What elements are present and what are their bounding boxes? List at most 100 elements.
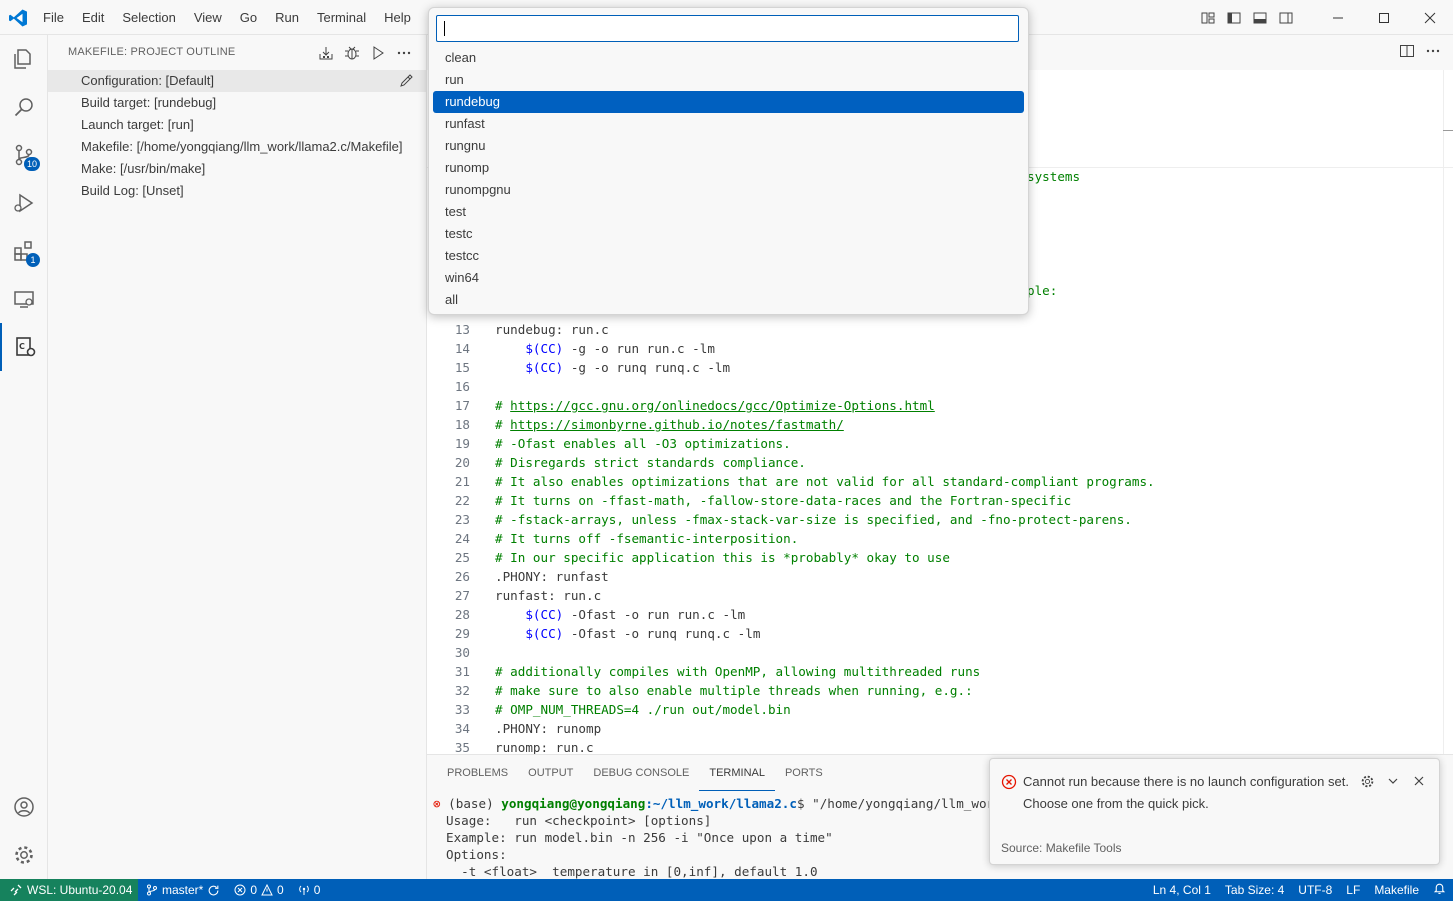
accounts-icon[interactable] (0, 783, 48, 831)
menu-help[interactable]: Help (375, 10, 420, 25)
editor-scrollbar[interactable] (1443, 70, 1453, 789)
build-icon[interactable] (316, 43, 336, 63)
debug-icon[interactable] (342, 43, 362, 63)
editor-more-icon[interactable] (1425, 43, 1441, 59)
toggle-secondary-sidebar-icon[interactable] (1273, 0, 1299, 35)
outline-launch-target[interactable]: Launch target: [run] (48, 114, 426, 136)
menu-run[interactable]: Run (266, 10, 308, 25)
line-content: # -Ofast enables all -O3 optimizations. (495, 434, 791, 453)
tab-size[interactable]: Tab Size: 4 (1218, 883, 1291, 897)
menu-edit[interactable]: Edit (73, 10, 113, 25)
line-number: 31 (454, 664, 470, 679)
outline-makefile[interactable]: Makefile: [/home/yongqiang/llm_work/llam… (48, 136, 426, 158)
line-number: 25 (454, 550, 470, 565)
cursor-position[interactable]: Ln 4, Col 1 (1146, 883, 1218, 897)
line-number: 23 (454, 512, 470, 527)
comment-prefix: # (495, 398, 511, 413)
quick-pick-item[interactable]: runfast (433, 113, 1024, 135)
branch-indicator[interactable]: master* (146, 883, 220, 897)
toggle-panel-icon[interactable] (1247, 0, 1273, 35)
close-icon[interactable] (1411, 773, 1427, 789)
menu-file[interactable]: File (34, 10, 73, 25)
minimize-icon[interactable] (1315, 0, 1361, 35)
source-control-icon[interactable]: 10 (0, 131, 48, 179)
search-icon[interactable] (0, 83, 48, 131)
panel-tabs: PROBLEMS OUTPUT DEBUG CONSOLE TERMINAL PORTS (437, 755, 833, 791)
sync-icon[interactable] (207, 884, 220, 897)
quick-pick-item[interactable]: test (433, 201, 1024, 223)
language-mode[interactable]: Makefile (1367, 883, 1426, 897)
source-control-badge: 10 (23, 157, 40, 171)
scroll-thumb[interactable] (1443, 130, 1453, 144)
outline-label: Make: [/usr/bin/make] (81, 161, 206, 176)
manage-gear-icon[interactable] (0, 831, 48, 879)
outline-build-target[interactable]: Build target: [rundebug] (48, 92, 426, 114)
remote-icon (10, 884, 22, 896)
more-actions-icon[interactable] (394, 43, 414, 63)
end-of-line[interactable]: LF (1339, 883, 1367, 897)
panel-tab-problems[interactable]: PROBLEMS (437, 755, 518, 791)
notification-gear-icon[interactable] (1359, 773, 1375, 789)
customize-layout-icon[interactable] (1195, 0, 1221, 35)
remote-label: WSL: Ubuntu-20.04 (27, 883, 133, 897)
outline-tree: Configuration: [Default] Build target: [… (48, 70, 426, 202)
comment-prefix: # (495, 417, 511, 432)
comment-link[interactable]: https://gcc.gnu.org/onlinedocs/gcc/Optim… (510, 398, 935, 413)
extensions-icon[interactable]: 1 (0, 227, 48, 275)
quick-pick-item[interactable]: testcc (433, 245, 1024, 267)
panel-tab-debug-console[interactable]: DEBUG CONSOLE (583, 755, 699, 791)
text-caret (444, 21, 445, 36)
menu-go[interactable]: Go (231, 10, 266, 25)
explorer-icon[interactable] (0, 35, 48, 83)
svg-text:C: C (19, 342, 25, 351)
code-text: # It turns on -ffast-math, -fallow-store… (495, 493, 1072, 508)
outline-configuration[interactable]: Configuration: [Default] (48, 70, 426, 92)
code-fragment: systems (1027, 169, 1081, 184)
quick-pick-item[interactable]: rundebug (433, 91, 1024, 113)
outline-label: Build Log: [Unset] (81, 183, 184, 198)
chevron-down-icon[interactable] (1385, 773, 1401, 789)
panel-tab-terminal[interactable]: TERMINAL (699, 755, 775, 791)
ports-indicator[interactable]: 0 (298, 883, 320, 897)
remote-indicator[interactable]: WSL: Ubuntu-20.04 (0, 879, 138, 901)
notifications-bell-icon[interactable] (1426, 882, 1453, 898)
line-number: 33 (454, 702, 470, 717)
remote-explorer-icon[interactable] (0, 275, 48, 323)
menu-view[interactable]: View (185, 10, 231, 25)
makefile-tools-icon[interactable]: C (0, 323, 48, 371)
outline-make[interactable]: Make: [/usr/bin/make] (48, 158, 426, 180)
maximize-icon[interactable] (1361, 0, 1407, 35)
outline-label: Build target: [rundebug] (81, 95, 217, 110)
quick-pick-item[interactable]: all (433, 289, 1024, 311)
line-content: # https://simonbyrne.github.io/notes/fas… (495, 415, 844, 434)
menu-terminal[interactable]: Terminal (308, 10, 375, 25)
quick-pick-item[interactable]: run (433, 69, 1024, 91)
toggle-primary-sidebar-icon[interactable] (1221, 0, 1247, 35)
quick-pick-item[interactable]: win64 (433, 267, 1024, 289)
split-editor-icon[interactable] (1399, 43, 1415, 59)
edit-pencil-icon[interactable] (398, 73, 414, 89)
line-number: 19 (454, 436, 470, 451)
close-window-icon[interactable] (1407, 0, 1453, 35)
code-line: 27 runfast: run.c (427, 586, 601, 605)
quick-pick-item[interactable]: clean (433, 47, 1024, 69)
code-text: runfast: run.c (495, 588, 602, 603)
quick-pick-input[interactable] (436, 15, 1019, 42)
quick-pick-item[interactable]: testc (433, 223, 1024, 245)
comment-link[interactable]: https://simonbyrne.github.io/notes/fastm… (510, 417, 844, 432)
code-line: 22 # It turns on -ffast-math, -fallow-sto… (427, 491, 1071, 510)
quick-pick-item[interactable]: runomp (433, 157, 1024, 179)
run-icon[interactable] (368, 43, 388, 63)
panel-tab-ports[interactable]: PORTS (775, 755, 833, 791)
code-line: 14 $(CC) -g -o run run.c -lm (427, 339, 715, 358)
quick-pick-item[interactable]: runompgnu (433, 179, 1024, 201)
encoding[interactable]: UTF-8 (1291, 883, 1339, 897)
menu-selection[interactable]: Selection (113, 10, 184, 25)
code-line: 15 $(CC) -g -o runq runq.c -lm (427, 358, 730, 377)
code-line: 18 # https://simonbyrne.github.io/notes/f… (427, 415, 844, 434)
quick-pick-item[interactable]: rungnu (433, 135, 1024, 157)
outline-build-log[interactable]: Build Log: [Unset] (48, 180, 426, 202)
panel-tab-output[interactable]: OUTPUT (518, 755, 583, 791)
run-debug-icon[interactable] (0, 179, 48, 227)
problems-indicator[interactable]: 0 0 (234, 883, 284, 897)
